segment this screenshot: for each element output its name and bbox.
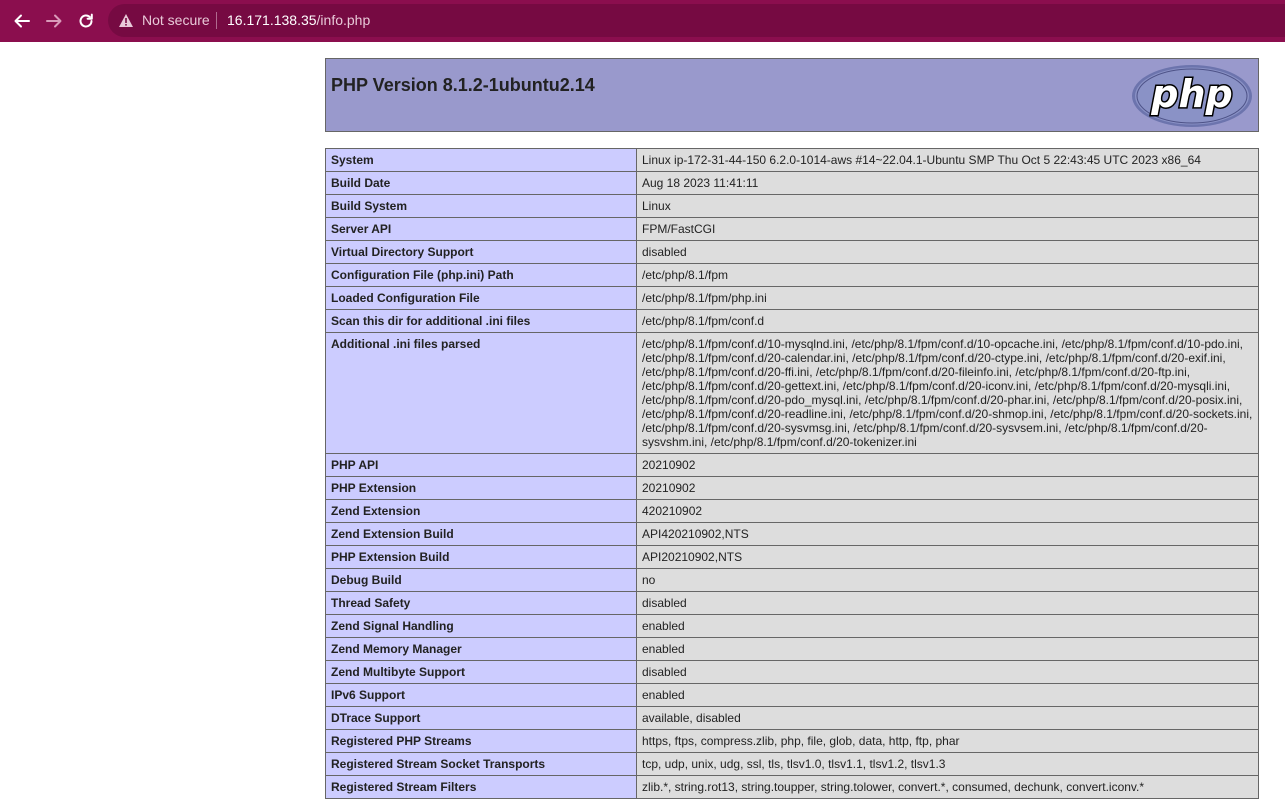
row-label: PHP API	[325, 453, 637, 477]
row-value: available, disabled	[636, 706, 1259, 730]
page-title: PHP Version 8.1.2-1ubuntu2.14	[331, 75, 595, 95]
row-label: Build System	[325, 194, 637, 218]
warning-triangle-icon[interactable]	[118, 13, 134, 33]
row-value: 20210902	[636, 453, 1259, 477]
row-value: Aug 18 2023 11:41:11	[636, 171, 1259, 195]
row-value: 420210902	[636, 499, 1259, 523]
reload-icon	[77, 12, 95, 30]
arrow-right-icon	[45, 12, 63, 30]
row-value: /etc/php/8.1/fpm	[636, 263, 1259, 287]
row-value: disabled	[636, 660, 1259, 684]
row-label: Zend Extension Build	[325, 522, 637, 546]
row-value: FPM/FastCGI	[636, 217, 1259, 241]
arrow-left-icon	[13, 12, 31, 30]
table-row: Build System Linux	[325, 194, 1259, 218]
table-row: Configuration File (php.ini) Path/etc/ph…	[325, 263, 1259, 287]
row-label: Loaded Configuration File	[325, 286, 637, 310]
reload-button[interactable]	[73, 8, 99, 34]
url-host: 16.171.138.35	[227, 12, 317, 28]
row-label: Scan this dir for additional .ini files	[325, 309, 637, 333]
table-row: DTrace Support available, disabled	[325, 706, 1259, 730]
table-row: Zend Extension 420210902	[325, 499, 1259, 523]
row-value: /etc/php/8.1/fpm/php.ini	[636, 286, 1259, 310]
row-label: Registered Stream Filters	[325, 775, 637, 799]
table-row: Zend Multibyte Support disabled	[325, 660, 1259, 684]
row-label: Registered PHP Streams	[325, 729, 637, 753]
row-label: Debug Build	[325, 568, 637, 592]
row-label: Build Date	[325, 171, 637, 195]
row-label: Additional .ini files parsed	[325, 332, 637, 454]
browser-toolbar: Not secure 16.171.138.35/info.php	[0, 0, 1285, 42]
table-row: Zend Memory Manager enabled	[325, 637, 1259, 661]
row-label: PHP Extension Build	[325, 545, 637, 569]
row-value: zlib.*, string.rot13, string.toupper, st…	[636, 775, 1259, 799]
table-row: Registered Stream Socket Transports tcp, …	[325, 752, 1259, 776]
table-row: Debug Build no	[325, 568, 1259, 592]
php-logo[interactable]: php	[1131, 63, 1253, 134]
table-row: Thread Safety disabled	[325, 591, 1259, 615]
table-row: PHP Extension 20210902	[325, 476, 1259, 500]
address-separator	[216, 12, 217, 29]
row-value: enabled	[636, 683, 1259, 707]
row-label: System	[325, 148, 637, 172]
row-label: Zend Signal Handling	[325, 614, 637, 638]
row-label: Zend Memory Manager	[325, 637, 637, 661]
row-label: Configuration File (php.ini) Path	[325, 263, 637, 287]
table-row: PHP API 20210902	[325, 453, 1259, 477]
table-row: Build Date Aug 18 2023 11:41:11	[325, 171, 1259, 195]
phpinfo-header: PHP Version 8.1.2-1ubuntu2.14 php	[325, 58, 1259, 132]
table-row: Scan this dir for additional .ini files /…	[325, 309, 1259, 333]
url-path: /info.php	[316, 12, 371, 28]
table-row: Loaded Configuration File/etc/php/8.1/fp…	[325, 286, 1259, 310]
row-value: tcp, udp, unix, udg, ssl, tls, tlsv1.0, …	[636, 752, 1259, 776]
table-row: System Linux ip-172-31-44-150 6.2.0-1014-…	[325, 148, 1259, 172]
table-row: Zend Signal Handling enabled	[325, 614, 1259, 638]
table-row: Registered Stream Filters zlib.*, string.…	[325, 775, 1259, 799]
table-row: IPv6 Support enabled	[325, 683, 1259, 707]
address-bar[interactable]: Not secure 16.171.138.35/info.php	[108, 4, 1285, 37]
row-value: API420210902,NTS	[636, 522, 1259, 546]
row-value: API20210902,NTS	[636, 545, 1259, 569]
table-row: Server API FPM/FastCGI	[325, 217, 1259, 241]
row-value: enabled	[636, 637, 1259, 661]
row-value: https, ftps, compress.zlib, php, file, g…	[636, 729, 1259, 753]
row-label: Zend Extension	[325, 499, 637, 523]
row-value: /etc/php/8.1/fpm/conf.d	[636, 309, 1259, 333]
row-value: disabled	[636, 591, 1259, 615]
row-label: Zend Multibyte Support	[325, 660, 637, 684]
row-value: /etc/php/8.1/fpm/conf.d/10-mysqlnd.ini, …	[636, 332, 1259, 454]
table-row: Virtual Directory Support disabled	[325, 240, 1259, 264]
row-value: Linux	[636, 194, 1259, 218]
phpinfo-content: PHP Version 8.1.2-1ubuntu2.14 php System…	[325, 58, 1259, 799]
row-value: enabled	[636, 614, 1259, 638]
table-row: PHP Extension Build API20210902,NTS	[325, 545, 1259, 569]
row-value: disabled	[636, 240, 1259, 264]
table-row: Registered PHP Streams https, ftps, compr…	[325, 729, 1259, 753]
security-status-label[interactable]: Not secure	[142, 12, 210, 29]
info-table: System Linux ip-172-31-44-150 6.2.0-1014-…	[325, 148, 1259, 799]
row-label: Virtual Directory Support	[325, 240, 637, 264]
url-text[interactable]: 16.171.138.35/info.php	[227, 12, 370, 29]
row-label: Server API	[325, 217, 637, 241]
php-logo-text: php	[1150, 72, 1232, 116]
row-label: DTrace Support	[325, 706, 637, 730]
info-table-body: System Linux ip-172-31-44-150 6.2.0-1014-…	[325, 148, 1259, 799]
row-label: Thread Safety	[325, 591, 637, 615]
row-value: 20210902	[636, 476, 1259, 500]
table-row: Zend Extension Build API420210902,NTS	[325, 522, 1259, 546]
row-label: PHP Extension	[325, 476, 637, 500]
row-label: IPv6 Support	[325, 683, 637, 707]
back-button[interactable]	[9, 8, 35, 34]
row-value: no	[636, 568, 1259, 592]
row-value: Linux ip-172-31-44-150 6.2.0-1014-aws #1…	[636, 148, 1259, 172]
table-row: Additional .ini files parsed/etc/php/8.1…	[325, 332, 1259, 454]
forward-button[interactable]	[41, 8, 67, 34]
row-label: Registered Stream Socket Transports	[325, 752, 637, 776]
